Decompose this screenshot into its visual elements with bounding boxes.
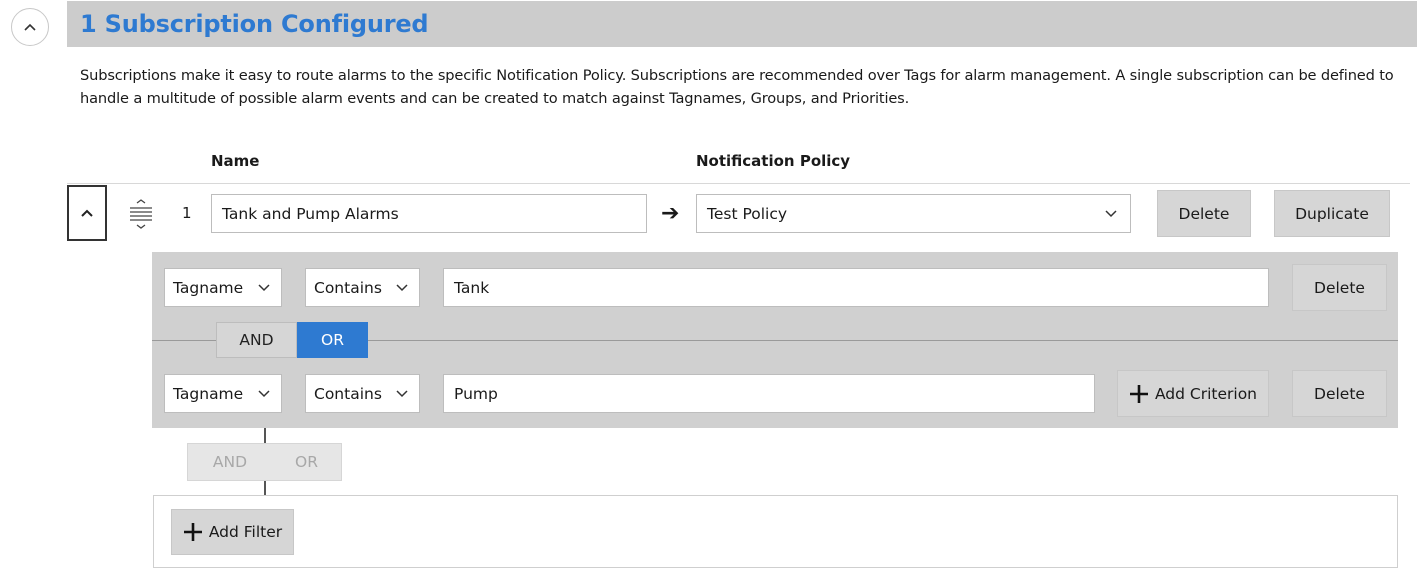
drag-handle-icon[interactable] bbox=[127, 199, 155, 229]
arrow-right-icon: ➔ bbox=[661, 201, 680, 226]
chevron-down-icon bbox=[258, 389, 270, 397]
filter-connector-line bbox=[264, 428, 266, 443]
criterion-1-value: Tank bbox=[454, 278, 490, 297]
subscription-name-input[interactable]: Tank and Pump Alarms bbox=[211, 194, 647, 233]
policy-column-header: Notification Policy bbox=[696, 152, 851, 170]
subscription-index: 1 bbox=[182, 204, 192, 222]
plus-icon bbox=[183, 523, 202, 541]
criterion-2-value: Pump bbox=[454, 384, 498, 403]
subscription-name-value: Tank and Pump Alarms bbox=[222, 204, 399, 223]
criterion-2-field-value: Tagname bbox=[173, 384, 244, 403]
criterion-2-value-input[interactable]: Pump bbox=[443, 374, 1095, 413]
criterion-1-value-input[interactable]: Tank bbox=[443, 268, 1269, 307]
criterion-1-operator-value: Contains bbox=[314, 278, 382, 297]
delete-criterion-2-button[interactable]: Delete bbox=[1292, 370, 1387, 417]
criterion-2-operator-select[interactable]: Contains bbox=[305, 374, 420, 413]
filter-or-toggle[interactable]: OR bbox=[272, 444, 341, 480]
delete-criterion-1-button[interactable]: Delete bbox=[1292, 264, 1387, 311]
notification-policy-select[interactable]: Test Policy bbox=[696, 194, 1131, 233]
filter-and-toggle[interactable]: AND bbox=[188, 444, 272, 480]
criterion-1-operator-select[interactable]: Contains bbox=[305, 268, 420, 307]
add-filter-label: Add Filter bbox=[208, 523, 283, 541]
collapse-section-button[interactable] bbox=[11, 8, 49, 46]
add-filter-container bbox=[153, 495, 1398, 568]
criterion-1-field-value: Tagname bbox=[173, 278, 244, 297]
page-title: 1 Subscription Configured bbox=[80, 10, 429, 38]
chevron-down-icon bbox=[1105, 209, 1117, 217]
criterion-2-operator-value: Contains bbox=[314, 384, 382, 403]
header-divider bbox=[67, 183, 1410, 184]
notification-policy-value: Test Policy bbox=[707, 204, 788, 223]
criteria-or-toggle[interactable]: OR bbox=[297, 322, 368, 358]
chevron-down-icon bbox=[396, 389, 408, 397]
section-description: Subscriptions make it easy to route alar… bbox=[80, 67, 1394, 107]
criterion-1-field-select[interactable]: Tagname bbox=[164, 268, 282, 307]
chevron-up-icon bbox=[81, 209, 93, 217]
delete-subscription-button[interactable]: Delete bbox=[1157, 190, 1251, 237]
criteria-and-toggle[interactable]: AND bbox=[216, 322, 297, 358]
name-column-header: Name bbox=[211, 152, 260, 170]
add-criterion-label: Add Criterion bbox=[1154, 384, 1258, 403]
chevron-down-icon bbox=[258, 283, 270, 291]
criterion-2-field-select[interactable]: Tagname bbox=[164, 374, 282, 413]
chevron-up-icon bbox=[24, 23, 36, 31]
chevron-down-icon bbox=[396, 283, 408, 291]
add-criterion-button[interactable]: Add Criterion bbox=[1117, 370, 1269, 417]
add-filter-button[interactable]: Add Filter bbox=[171, 509, 294, 555]
collapse-subscription-button[interactable] bbox=[67, 185, 107, 241]
plus-icon bbox=[1129, 384, 1148, 403]
filter-connector-line bbox=[264, 481, 266, 495]
duplicate-subscription-button[interactable]: Duplicate bbox=[1274, 190, 1390, 237]
